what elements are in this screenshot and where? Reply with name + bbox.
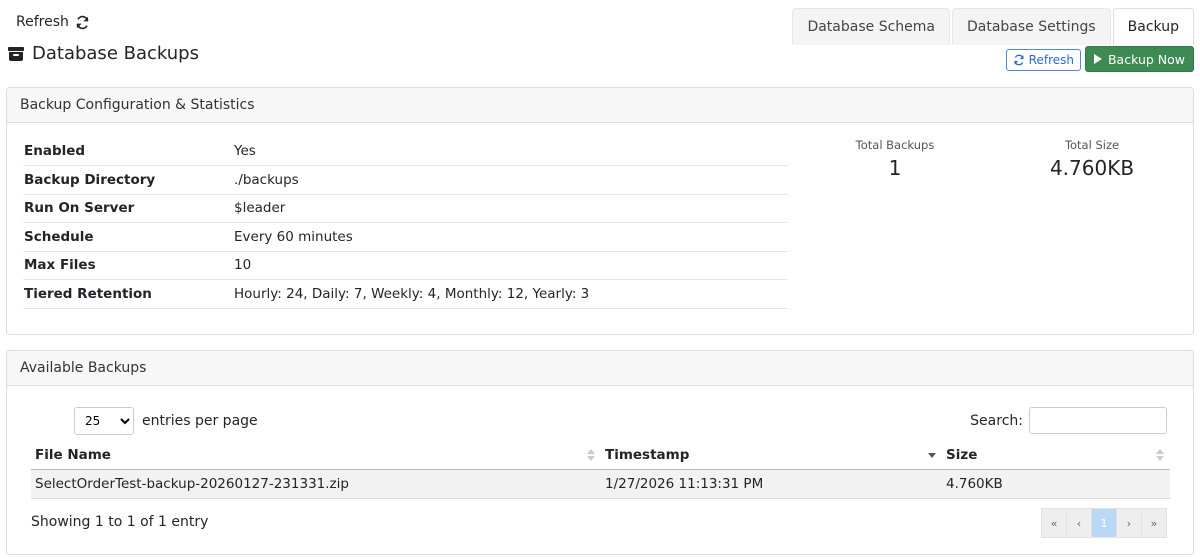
config-label: Max Files xyxy=(23,251,233,280)
column-header-file-name[interactable]: File Name xyxy=(31,441,601,470)
refresh-icon xyxy=(76,15,89,29)
config-label: Tiered Retention xyxy=(23,279,233,309)
config-row: Max Files 10 xyxy=(23,251,787,280)
config-label: Enabled xyxy=(23,137,233,166)
sort-icon xyxy=(587,449,595,463)
config-row: Enabled Yes xyxy=(23,137,787,166)
entries-control: 25 entries per page xyxy=(74,407,258,435)
backup-now-button[interactable]: Backup Now xyxy=(1084,46,1194,72)
config-value: ./backups xyxy=(233,165,787,195)
showing-info: Showing 1 to 1 of 1 entry xyxy=(31,514,209,530)
table-header-row: File Name Timestamp Size xyxy=(31,441,1170,470)
prev-page-button[interactable]: ‹ xyxy=(1066,508,1092,538)
config-row: Backup Directory ./backups xyxy=(23,165,787,195)
page-title: Database Backups xyxy=(8,43,199,64)
search-control: Search: xyxy=(970,407,1167,434)
config-label: Schedule xyxy=(23,222,233,252)
tab-backup[interactable]: Backup xyxy=(1112,8,1194,45)
page-button-current[interactable]: 1 xyxy=(1091,508,1117,538)
backups-table: File Name Timestamp Size SelectOrderTest… xyxy=(31,441,1170,499)
config-row: Schedule Every 60 minutes xyxy=(23,222,787,252)
config-value: $leader xyxy=(233,194,787,223)
backups-card: Available Backups 25 entries per page Se… xyxy=(6,350,1194,555)
column-header-size[interactable]: Size xyxy=(942,441,1170,470)
config-label: Backup Directory xyxy=(23,165,233,195)
backup-now-label: Backup Now xyxy=(1107,51,1185,67)
sort-icon xyxy=(1156,449,1164,463)
sort-desc-icon xyxy=(928,449,936,463)
top-refresh-label: Refresh xyxy=(16,14,69,30)
config-card-header: Backup Configuration & Statistics xyxy=(7,88,1193,123)
search-input[interactable] xyxy=(1029,407,1167,434)
next-page-button[interactable]: › xyxy=(1116,508,1142,538)
tab-database-schema[interactable]: Database Schema xyxy=(792,8,950,45)
archive-icon xyxy=(8,46,24,62)
config-row: Run On Server $leader xyxy=(23,194,787,223)
refresh-button[interactable]: Refresh xyxy=(1005,49,1081,71)
column-header-label: File Name xyxy=(35,446,111,463)
config-value: 10 xyxy=(233,251,787,280)
table-row[interactable]: SelectOrderTest-backup-20260127-231331.z… xyxy=(31,469,1170,499)
cell-timestamp: 1/27/2026 11:13:31 PM xyxy=(601,469,942,499)
refresh-button-label: Refresh xyxy=(1028,53,1074,67)
backups-card-header: Available Backups xyxy=(7,351,1193,386)
play-icon xyxy=(1093,54,1102,64)
action-buttons: Refresh Backup Now xyxy=(1005,46,1194,72)
config-table: Enabled Yes Backup Directory ./backups R… xyxy=(23,137,787,309)
page-title-text: Database Backups xyxy=(32,43,199,64)
page-size-select[interactable]: 25 xyxy=(74,407,134,435)
cell-file-name: SelectOrderTest-backup-20260127-231331.z… xyxy=(31,469,601,499)
config-row: Tiered Retention Hourly: 24, Daily: 7, W… xyxy=(23,279,787,309)
total-backups-stat: Total Backups 1 xyxy=(795,138,995,180)
config-value: Hourly: 24, Daily: 7, Weekly: 4, Monthly… xyxy=(233,279,787,309)
total-backups-value: 1 xyxy=(888,156,902,180)
tab-bar: Database Schema Database Settings Backup xyxy=(790,8,1194,45)
column-header-label: Size xyxy=(946,446,978,463)
entries-label: entries per page xyxy=(142,413,258,429)
total-backups-label: Total Backups xyxy=(855,138,935,152)
total-size-stat: Total Size 4.760KB xyxy=(992,138,1192,180)
cell-size: 4.760KB xyxy=(942,469,1170,499)
search-label: Search: xyxy=(970,412,1023,429)
config-card: Backup Configuration & Statistics Enable… xyxy=(6,87,1194,335)
top-refresh-link[interactable]: Refresh xyxy=(16,14,90,30)
column-header-label: Timestamp xyxy=(605,446,690,463)
config-value: Yes xyxy=(233,137,787,166)
first-page-button[interactable]: « xyxy=(1041,508,1067,538)
last-page-button[interactable]: » xyxy=(1141,508,1167,538)
tab-database-settings[interactable]: Database Settings xyxy=(951,8,1111,45)
refresh-icon xyxy=(1013,54,1024,66)
config-value: Every 60 minutes xyxy=(233,222,787,252)
column-header-timestamp[interactable]: Timestamp xyxy=(601,441,942,470)
pagination: « ‹ 1 › » xyxy=(1041,508,1167,538)
config-label: Run On Server xyxy=(23,194,233,223)
total-size-value: 4.760KB xyxy=(1049,156,1135,180)
total-size-label: Total Size xyxy=(1064,138,1120,152)
